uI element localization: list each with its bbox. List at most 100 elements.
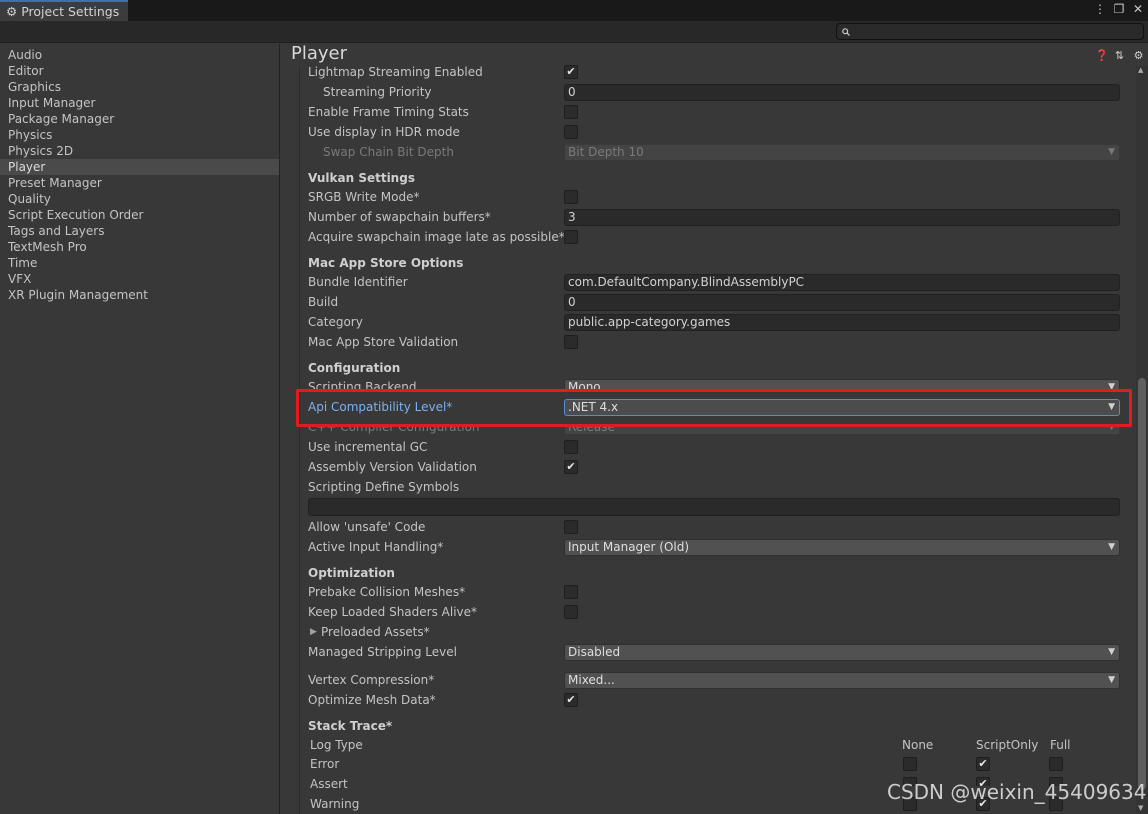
api-compatibility-dropdown[interactable]: .NET 4.x ▼ [564, 399, 1120, 416]
row-preloaded-assets[interactable]: ▶ Preloaded Assets* [308, 622, 1120, 642]
error-full-checkbox[interactable] [1049, 757, 1063, 771]
settings-sidebar: Audio Editor Graphics Input Manager Pack… [0, 44, 280, 814]
sidebar-item-time[interactable]: Time [0, 255, 279, 271]
bundle-identifier-input[interactable]: com.DefaultCompany.BlindAssemblyPC [564, 274, 1120, 291]
sidebar-item-graphics[interactable]: Graphics [0, 79, 279, 95]
field-label: Scripting Backend [308, 380, 417, 391]
title-bar: ⚙ Project Settings ⋮ ❐ ✕ [0, 0, 1148, 21]
row-define-symbols-field [308, 496, 1120, 518]
field-label: Api Compatibility Level* [308, 400, 453, 414]
row-swap-chain: Swap Chain Bit Depth Bit Depth 10 ▼ [308, 142, 1120, 162]
stripping-level-dropdown[interactable]: Disabled ▼ [564, 644, 1120, 661]
incremental-gc-checkbox[interactable] [564, 440, 578, 454]
field-label: Enable Frame Timing Stats [308, 105, 469, 119]
sidebar-item-textmesh-pro[interactable]: TextMesh Pro [0, 239, 279, 255]
cpp-config-dropdown: Release ▼ [564, 424, 1120, 434]
log-type-assert: Assert [310, 777, 348, 791]
row-streaming-priority: Streaming Priority 0 [308, 82, 1120, 102]
row-assembly-validation: Assembly Version Validation ✔ [308, 457, 1120, 477]
scrollbar-thumb[interactable] [1138, 378, 1146, 790]
help-icon[interactable]: ❓ [1095, 49, 1109, 62]
field-label: C++ Compiler Configuration [308, 424, 480, 434]
sidebar-item-xr-plugin-management[interactable]: XR Plugin Management [0, 287, 279, 303]
scroll-up-icon[interactable]: ▲ [1138, 66, 1143, 74]
log-type-error: Error [310, 757, 340, 771]
lightmap-streaming-checkbox[interactable]: ✔ [564, 65, 578, 79]
section-stack-trace: Stack Trace* [308, 716, 1120, 736]
column-full: Full [1050, 738, 1071, 752]
sidebar-item-tags-and-layers[interactable]: Tags and Layers [0, 223, 279, 239]
gear-icon[interactable]: ⚙ [1133, 49, 1144, 62]
mac-validation-checkbox[interactable] [564, 335, 578, 349]
acquire-late-checkbox[interactable] [564, 230, 578, 244]
foldout-arrow-icon[interactable]: ▶ [310, 622, 317, 642]
hdr-mode-checkbox[interactable] [564, 125, 578, 139]
keep-shaders-checkbox[interactable] [564, 605, 578, 619]
field-label: Number of swapchain buffers* [308, 210, 491, 224]
chevron-down-icon: ▼ [1108, 675, 1115, 685]
vertical-scrollbar[interactable]: ▲ ▼ [1136, 66, 1148, 814]
error-script-only-checkbox[interactable]: ✔ [976, 757, 990, 771]
sidebar-item-preset-manager[interactable]: Preset Manager [0, 175, 279, 191]
sidebar-item-vfx[interactable]: VFX [0, 271, 279, 287]
maximize-icon[interactable]: ❐ [1113, 2, 1125, 16]
swap-chain-dropdown: Bit Depth 10 ▼ [564, 144, 1120, 161]
scroll-down-icon[interactable]: ▼ [1138, 804, 1143, 812]
field-label: Active Input Handling* [308, 540, 444, 554]
search-row [0, 21, 1148, 43]
build-input[interactable]: 0 [564, 294, 1120, 311]
row-define-symbols: Scripting Define Symbols [308, 477, 1120, 497]
frame-timing-checkbox[interactable] [564, 105, 578, 119]
chevron-down-icon: ▼ [1108, 424, 1115, 432]
scripting-backend-dropdown[interactable]: Mono ▼ [564, 379, 1120, 391]
scripting-define-symbols-input[interactable] [308, 498, 1120, 516]
row-hdr-mode: Use display in HDR mode [308, 122, 1120, 142]
unsafe-code-checkbox[interactable] [564, 520, 578, 534]
sidebar-item-editor[interactable]: Editor [0, 63, 279, 79]
row-build: Build 0 [308, 292, 1120, 312]
section-vulkan: Vulkan Settings [308, 168, 1120, 188]
vertex-compression-dropdown[interactable]: Mixed... ▼ [564, 672, 1120, 689]
sidebar-item-player[interactable]: Player [0, 159, 279, 175]
sidebar-item-quality[interactable]: Quality [0, 191, 279, 207]
chevron-down-icon: ▼ [1108, 382, 1115, 391]
sidebar-item-audio[interactable]: Audio [0, 47, 279, 63]
more-options-icon[interactable]: ⋮ [1094, 2, 1106, 16]
section-header: Vulkan Settings [308, 171, 415, 185]
field-label: Streaming Priority [323, 85, 432, 99]
field-label: Use incremental GC [308, 440, 428, 454]
row-acquire-late: Acquire swapchain image late as possible… [308, 227, 1120, 247]
field-label: Category [308, 315, 363, 329]
search-input[interactable] [854, 25, 1143, 38]
project-settings-tab[interactable]: ⚙ Project Settings [0, 0, 128, 21]
gear-icon: ⚙ [6, 4, 18, 19]
prebake-checkbox[interactable] [564, 585, 578, 599]
chevron-down-icon: ▼ [1108, 147, 1115, 157]
category-input[interactable]: public.app-category.games [564, 314, 1120, 331]
swapchain-buffers-input[interactable]: 3 [564, 209, 1120, 226]
input-handling-dropdown[interactable]: Input Manager (Old) ▼ [564, 539, 1120, 556]
streaming-priority-input[interactable]: 0 [564, 84, 1120, 101]
field-label: Managed Stripping Level [308, 645, 457, 659]
srgb-write-checkbox[interactable] [564, 190, 578, 204]
sidebar-item-input-manager[interactable]: Input Manager [0, 95, 279, 111]
log-type-warning: Warning [310, 797, 360, 811]
section-configuration: Configuration [308, 358, 1120, 378]
sidebar-item-physics-2d[interactable]: Physics 2D [0, 143, 279, 159]
row-stripping: Managed Stripping Level Disabled ▼ [308, 642, 1120, 662]
search-box[interactable] [836, 23, 1144, 40]
row-optimize-mesh: Optimize Mesh Data* ✔ [308, 690, 1120, 710]
dropdown-value: Release [568, 424, 615, 434]
sidebar-item-package-manager[interactable]: Package Manager [0, 111, 279, 127]
close-icon[interactable]: ✕ [1132, 2, 1144, 16]
optimize-mesh-checkbox[interactable]: ✔ [564, 693, 578, 707]
header-icons: ❓ ⇅ ⚙ [1095, 49, 1144, 62]
sidebar-item-script-execution-order[interactable]: Script Execution Order [0, 207, 279, 223]
field-label: Assembly Version Validation [308, 460, 477, 474]
sidebar-item-physics[interactable]: Physics [0, 127, 279, 143]
assembly-validation-checkbox[interactable]: ✔ [564, 460, 578, 474]
section-header: Optimization [308, 566, 395, 580]
error-none-checkbox[interactable] [903, 757, 917, 771]
preset-icon[interactable]: ⇅ [1114, 49, 1125, 62]
field-label: Bundle Identifier [308, 275, 408, 289]
